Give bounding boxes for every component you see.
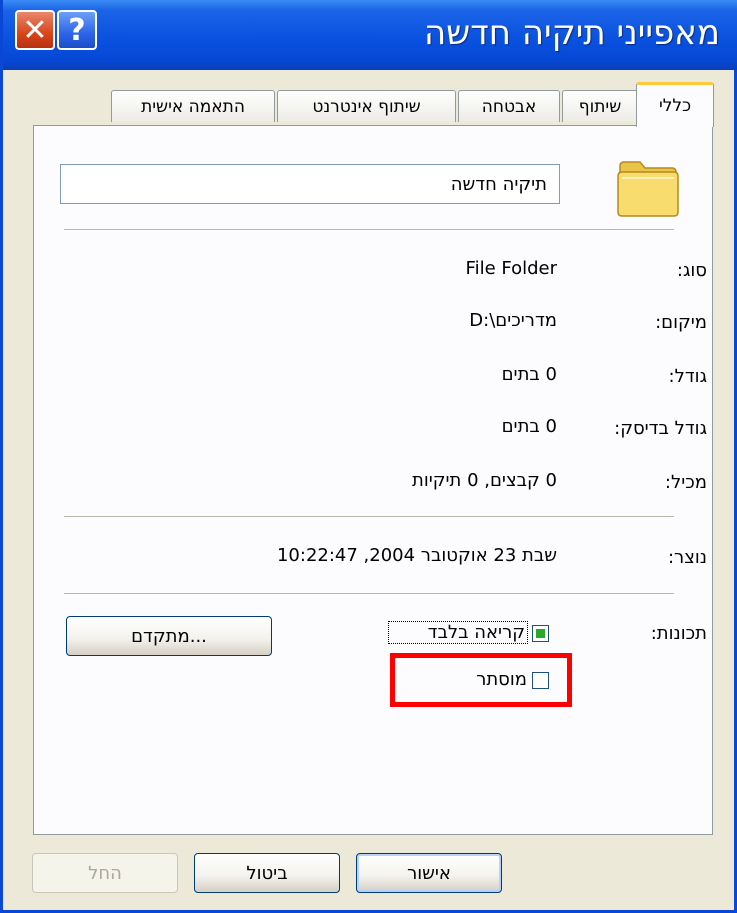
tab-general[interactable]: כללי <box>636 82 714 127</box>
advanced-button[interactable]: מתקדם... <box>66 616 272 656</box>
ok-button[interactable]: אישור <box>356 853 502 893</box>
separator <box>64 229 674 231</box>
tab-security[interactable]: אבטחה <box>458 90 560 122</box>
created-label: נוצר: <box>667 547 707 568</box>
size-on-disk-value: 0 בתים <box>501 416 557 437</box>
location-value: D:\מדריכים <box>469 310 557 331</box>
tab-sharing[interactable]: שיתוף <box>562 90 638 122</box>
close-icon: ✕ <box>22 12 48 48</box>
tab-web-sharing[interactable]: שיתוף אינטרנט <box>277 90 456 122</box>
apply-button[interactable]: החל <box>32 853 178 893</box>
size-label: גודל: <box>668 366 707 387</box>
type-value: File Folder <box>465 258 557 279</box>
help-icon: ? <box>68 12 86 48</box>
contains-value: 0 קבצים, 0 תיקיות <box>411 470 557 491</box>
type-label: סוג: <box>676 260 707 281</box>
size-value: 0 בתים <box>501 364 557 385</box>
window-title: מאפייני תיקיה חדשה <box>423 13 720 53</box>
attributes-label: תכונות: <box>650 623 707 644</box>
folder-name-input[interactable]: תיקיה חדשה <box>60 164 560 204</box>
cancel-button[interactable]: ביטול <box>194 853 340 893</box>
contains-label: מכיל: <box>664 472 707 493</box>
folder-icon <box>614 154 682 226</box>
help-button[interactable]: ? <box>57 10 97 50</box>
read-only-label[interactable]: קריאה בלבד <box>388 621 528 644</box>
indeterminate-mark <box>536 629 545 638</box>
title-bar[interactable]: מאפייני תיקיה חדשה ✕ ? <box>3 0 737 70</box>
properties-dialog: מאפייני תיקיה חדשה ✕ ? כללי שיתוף אבטחה … <box>0 0 737 913</box>
close-button[interactable]: ✕ <box>15 10 55 50</box>
separator <box>64 593 674 595</box>
highlight-box <box>390 653 572 707</box>
separator <box>64 516 674 518</box>
size-on-disk-label: גודל בדיסק: <box>614 418 707 439</box>
general-tab-panel: תיקיה חדשה סוג: File Folder מיקום: D:\מד… <box>33 125 713 835</box>
read-only-checkbox[interactable] <box>532 625 549 642</box>
location-label: מיקום: <box>655 312 707 333</box>
tab-customize[interactable]: התאמה אישית <box>111 90 275 122</box>
created-value: שבת 23 אוקטובר 2004, 10:22:47 <box>276 545 557 566</box>
